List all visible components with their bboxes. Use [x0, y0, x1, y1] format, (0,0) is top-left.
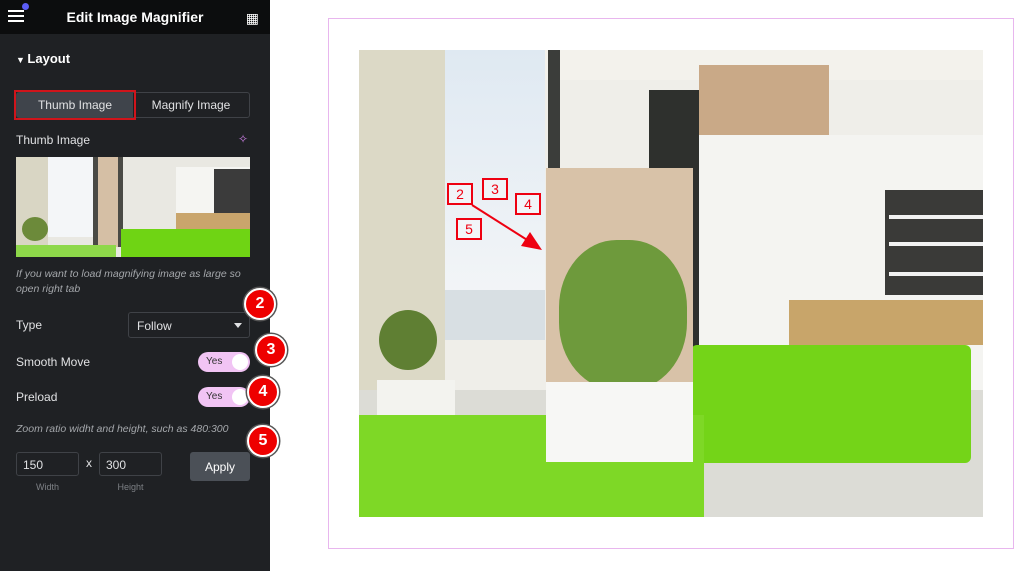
caret-down-icon: ▼	[16, 55, 28, 65]
callout-badge-4: 4	[247, 376, 279, 408]
height-label: Height	[117, 482, 144, 492]
smooth-move-label: Smooth Move	[16, 355, 91, 369]
preload-toggle[interactable]: Yes	[198, 387, 250, 407]
tab-magnify-image[interactable]: Magnify Image	[133, 93, 249, 117]
callout-badge-5: 5	[247, 425, 279, 457]
width-label: Width	[35, 482, 59, 492]
zoom-width-input[interactable]: 150	[16, 452, 79, 476]
hamburger-icon[interactable]	[8, 10, 24, 22]
annotation-box-5: 5	[456, 218, 482, 240]
apply-button[interactable]: Apply	[190, 452, 250, 481]
zoom-height-input[interactable]: 300	[99, 452, 162, 476]
image-tabs: Thumb Image Magnify Image	[14, 90, 250, 120]
editor-sidebar: Edit Image Magnifier ▦ ▼ Layout Thumb Im…	[0, 0, 270, 571]
annotation-box-4: 4	[515, 193, 541, 215]
panel-header: Edit Image Magnifier ▦	[0, 0, 270, 34]
times-separator: x	[86, 456, 92, 470]
annotation-box-3: 3	[482, 178, 508, 200]
notification-dot	[22, 3, 29, 10]
callout-badge-2: 2	[244, 288, 276, 320]
type-label: Type	[16, 318, 43, 332]
smooth-move-toggle[interactable]: Yes	[198, 352, 250, 372]
thumb-image-preview[interactable]	[16, 157, 250, 257]
thumb-help-text: If you want to load magnifying image as …	[16, 268, 241, 295]
sparkle-icon[interactable]: ✧	[238, 132, 248, 146]
section-layout[interactable]: ▼ Layout	[16, 51, 70, 66]
thumb-image-label: Thumb Image	[16, 133, 91, 147]
panel-title: Edit Image Magnifier	[66, 9, 204, 25]
preload-label: Preload	[16, 390, 58, 404]
zoom-help-text: Zoom ratio widht and height, such as 480…	[16, 423, 229, 435]
type-select[interactable]: Follow	[128, 312, 250, 338]
annotation-box-2: 2	[447, 183, 473, 205]
grid-icon[interactable]: ▦	[246, 10, 259, 27]
magnifier-image[interactable]	[359, 50, 983, 517]
tab-thumb-image[interactable]: Thumb Image	[14, 90, 136, 120]
callout-badge-3: 3	[255, 334, 287, 366]
